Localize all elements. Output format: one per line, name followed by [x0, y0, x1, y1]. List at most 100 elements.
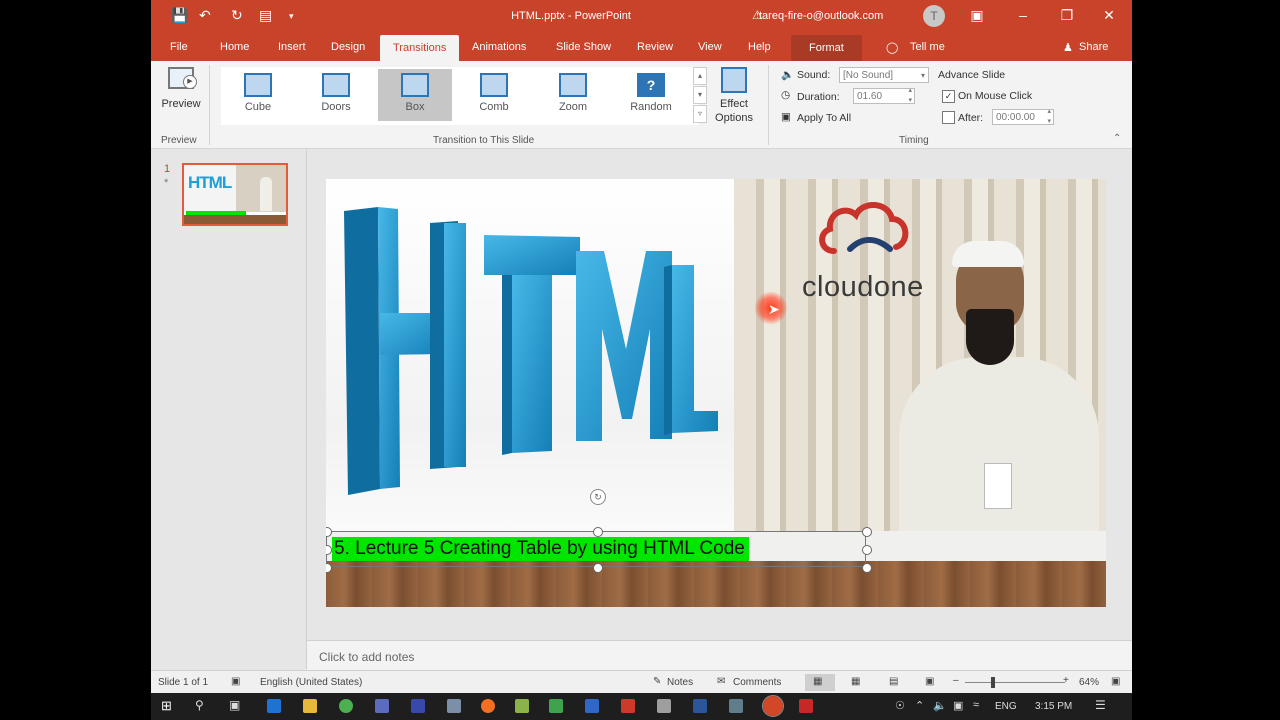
input-language[interactable]: ENG	[995, 701, 1017, 712]
after-checkbox[interactable]	[942, 111, 955, 124]
app-icon[interactable]	[729, 699, 743, 713]
slide-sorter-icon[interactable]: ▦	[851, 676, 860, 687]
tab-home[interactable]: Home	[220, 41, 249, 53]
transition-zoom[interactable]: Zoom	[536, 69, 610, 121]
after-input[interactable]: 00:00.00 ▴ ▾	[992, 107, 1054, 127]
notes-pane[interactable]: Click to add notes	[307, 640, 1132, 670]
notifications-icon[interactable]: ☰	[1095, 698, 1106, 712]
task-view-icon[interactable]: ▣	[229, 698, 240, 712]
edge-icon[interactable]	[267, 699, 281, 713]
notes-placeholder: Click to add notes	[319, 650, 415, 664]
notes-button[interactable]: Notes	[667, 677, 693, 688]
close-icon[interactable]: ✕	[1099, 7, 1119, 24]
slide[interactable]: HTML cloudone 5. Lecture 5 Creating Tabl…	[326, 179, 1106, 607]
gallery-scroll-down-icon[interactable]: ▾	[693, 86, 707, 104]
volume-icon[interactable]: 🔈	[933, 699, 947, 712]
fit-slide-icon[interactable]: ▣	[1111, 676, 1120, 687]
network-icon[interactable]: ☉	[895, 699, 905, 712]
search-icon[interactable]: ⚲	[195, 698, 204, 712]
app-icon[interactable]	[621, 699, 635, 713]
tab-slide-show[interactable]: Slide Show	[556, 41, 611, 53]
preview-button[interactable]: ▶ Preview	[160, 67, 202, 119]
clock-time[interactable]: 3:15 PM	[1035, 701, 1072, 712]
app-icon[interactable]	[447, 699, 461, 713]
collapse-ribbon-icon[interactable]: ⌃	[1113, 133, 1121, 144]
undo-icon[interactable]: ↶	[199, 7, 211, 24]
gallery-scroll-up-icon[interactable]: ▴	[693, 67, 707, 85]
chevron-up-icon[interactable]: ⌃	[915, 699, 924, 712]
share-icon[interactable]: ♟	[1063, 41, 1073, 54]
resize-handle[interactable]	[862, 563, 872, 573]
ribbon-display-icon[interactable]: ▣	[967, 7, 987, 24]
app-icon[interactable]	[657, 699, 671, 713]
duration-input[interactable]: 01.60 ▴ ▾	[853, 86, 915, 106]
apply-to-all-button[interactable]: Apply To All	[797, 112, 851, 124]
transition-box[interactable]: Box	[378, 69, 452, 121]
chevron-down-icon[interactable]: ▾	[289, 11, 294, 22]
save-icon[interactable]: 💾	[171, 7, 188, 24]
app-icon[interactable]	[411, 699, 425, 713]
spinner-icon[interactable]: ▴ ▾	[1047, 107, 1051, 127]
resize-handle[interactable]	[862, 527, 872, 537]
chrome-icon[interactable]	[339, 699, 353, 713]
tab-review[interactable]: Review	[637, 41, 673, 53]
tab-format[interactable]: Format	[791, 35, 862, 61]
normal-view-icon: ▦	[813, 676, 823, 687]
tab-insert[interactable]: Insert	[278, 41, 306, 53]
zoom-slider[interactable]	[965, 682, 1065, 683]
word-icon[interactable]	[693, 699, 707, 713]
tab-design[interactable]: Design	[331, 41, 365, 53]
transition-doors[interactable]: Doors	[299, 69, 373, 121]
effect-options-button[interactable]: Effect Options	[709, 67, 759, 133]
powerpoint-taskbar-icon[interactable]	[762, 695, 784, 717]
app-icon[interactable]	[515, 699, 529, 713]
tab-help[interactable]: Help	[748, 41, 771, 53]
spellcheck-icon[interactable]: ▣	[231, 676, 240, 687]
resize-handle[interactable]	[593, 563, 603, 573]
comments-icon[interactable]: ✉	[717, 676, 725, 687]
app-icon[interactable]	[549, 699, 563, 713]
app-icon[interactable]	[585, 699, 599, 713]
display-icon[interactable]: ▣	[953, 699, 963, 712]
spinner-icon[interactable]: ▴ ▾	[908, 86, 912, 106]
zoom-level[interactable]: 64%	[1079, 677, 1099, 688]
windows-start-icon[interactable]: ⊞	[161, 698, 172, 714]
sound-dropdown[interactable]: [No Sound] ▾	[839, 67, 929, 83]
resize-handle[interactable]	[862, 545, 872, 555]
notes-icon[interactable]: ✎	[653, 676, 661, 687]
share-button[interactable]: Share	[1079, 41, 1108, 53]
rotate-handle-icon[interactable]: ↻	[590, 489, 606, 505]
language-status[interactable]: English (United States)	[260, 677, 362, 688]
resize-handle[interactable]	[593, 527, 603, 537]
avatar[interactable]: T	[923, 5, 945, 27]
slide-show-icon[interactable]: ▣	[925, 676, 934, 687]
tab-file[interactable]: File	[170, 41, 188, 53]
tab-view[interactable]: View	[698, 41, 722, 53]
zoom-in-icon[interactable]: +	[1063, 675, 1069, 686]
tab-transitions[interactable]: Transitions	[380, 35, 460, 61]
gallery-more-icon[interactable]: ▿	[693, 105, 707, 123]
firefox-icon[interactable]	[481, 699, 495, 713]
present-icon[interactable]: ▤	[259, 7, 272, 24]
comments-button[interactable]: Comments	[733, 677, 781, 688]
zoom-slider-thumb[interactable]	[991, 677, 995, 688]
transition-random[interactable]: ? Random	[614, 69, 688, 121]
file-explorer-icon[interactable]	[303, 699, 317, 713]
reading-view-icon[interactable]: ▤	[889, 676, 898, 687]
minimize-icon[interactable]: –	[1013, 7, 1033, 23]
on-mouse-click-checkbox[interactable]: ✓	[942, 90, 955, 103]
tab-animations[interactable]: Animations	[472, 41, 526, 53]
transition-comb[interactable]: Comb	[457, 69, 531, 121]
wifi-icon[interactable]: ≈	[973, 699, 979, 711]
duration-label: Duration:	[797, 91, 840, 103]
tell-me-input[interactable]: Tell me	[910, 41, 945, 53]
zoom-out-icon[interactable]: –	[953, 675, 959, 686]
app-icon[interactable]	[375, 699, 389, 713]
app-icon[interactable]	[799, 699, 813, 713]
restore-icon[interactable]: ❐	[1057, 7, 1077, 24]
account-email[interactable]: tareq-fire-o@outlook.com	[759, 10, 883, 22]
normal-view-button[interactable]: ▦	[805, 674, 835, 691]
transition-cube[interactable]: Cube	[221, 69, 295, 121]
slide-thumbnail[interactable]: HTML	[182, 163, 288, 226]
redo-icon[interactable]: ↻	[231, 7, 243, 24]
